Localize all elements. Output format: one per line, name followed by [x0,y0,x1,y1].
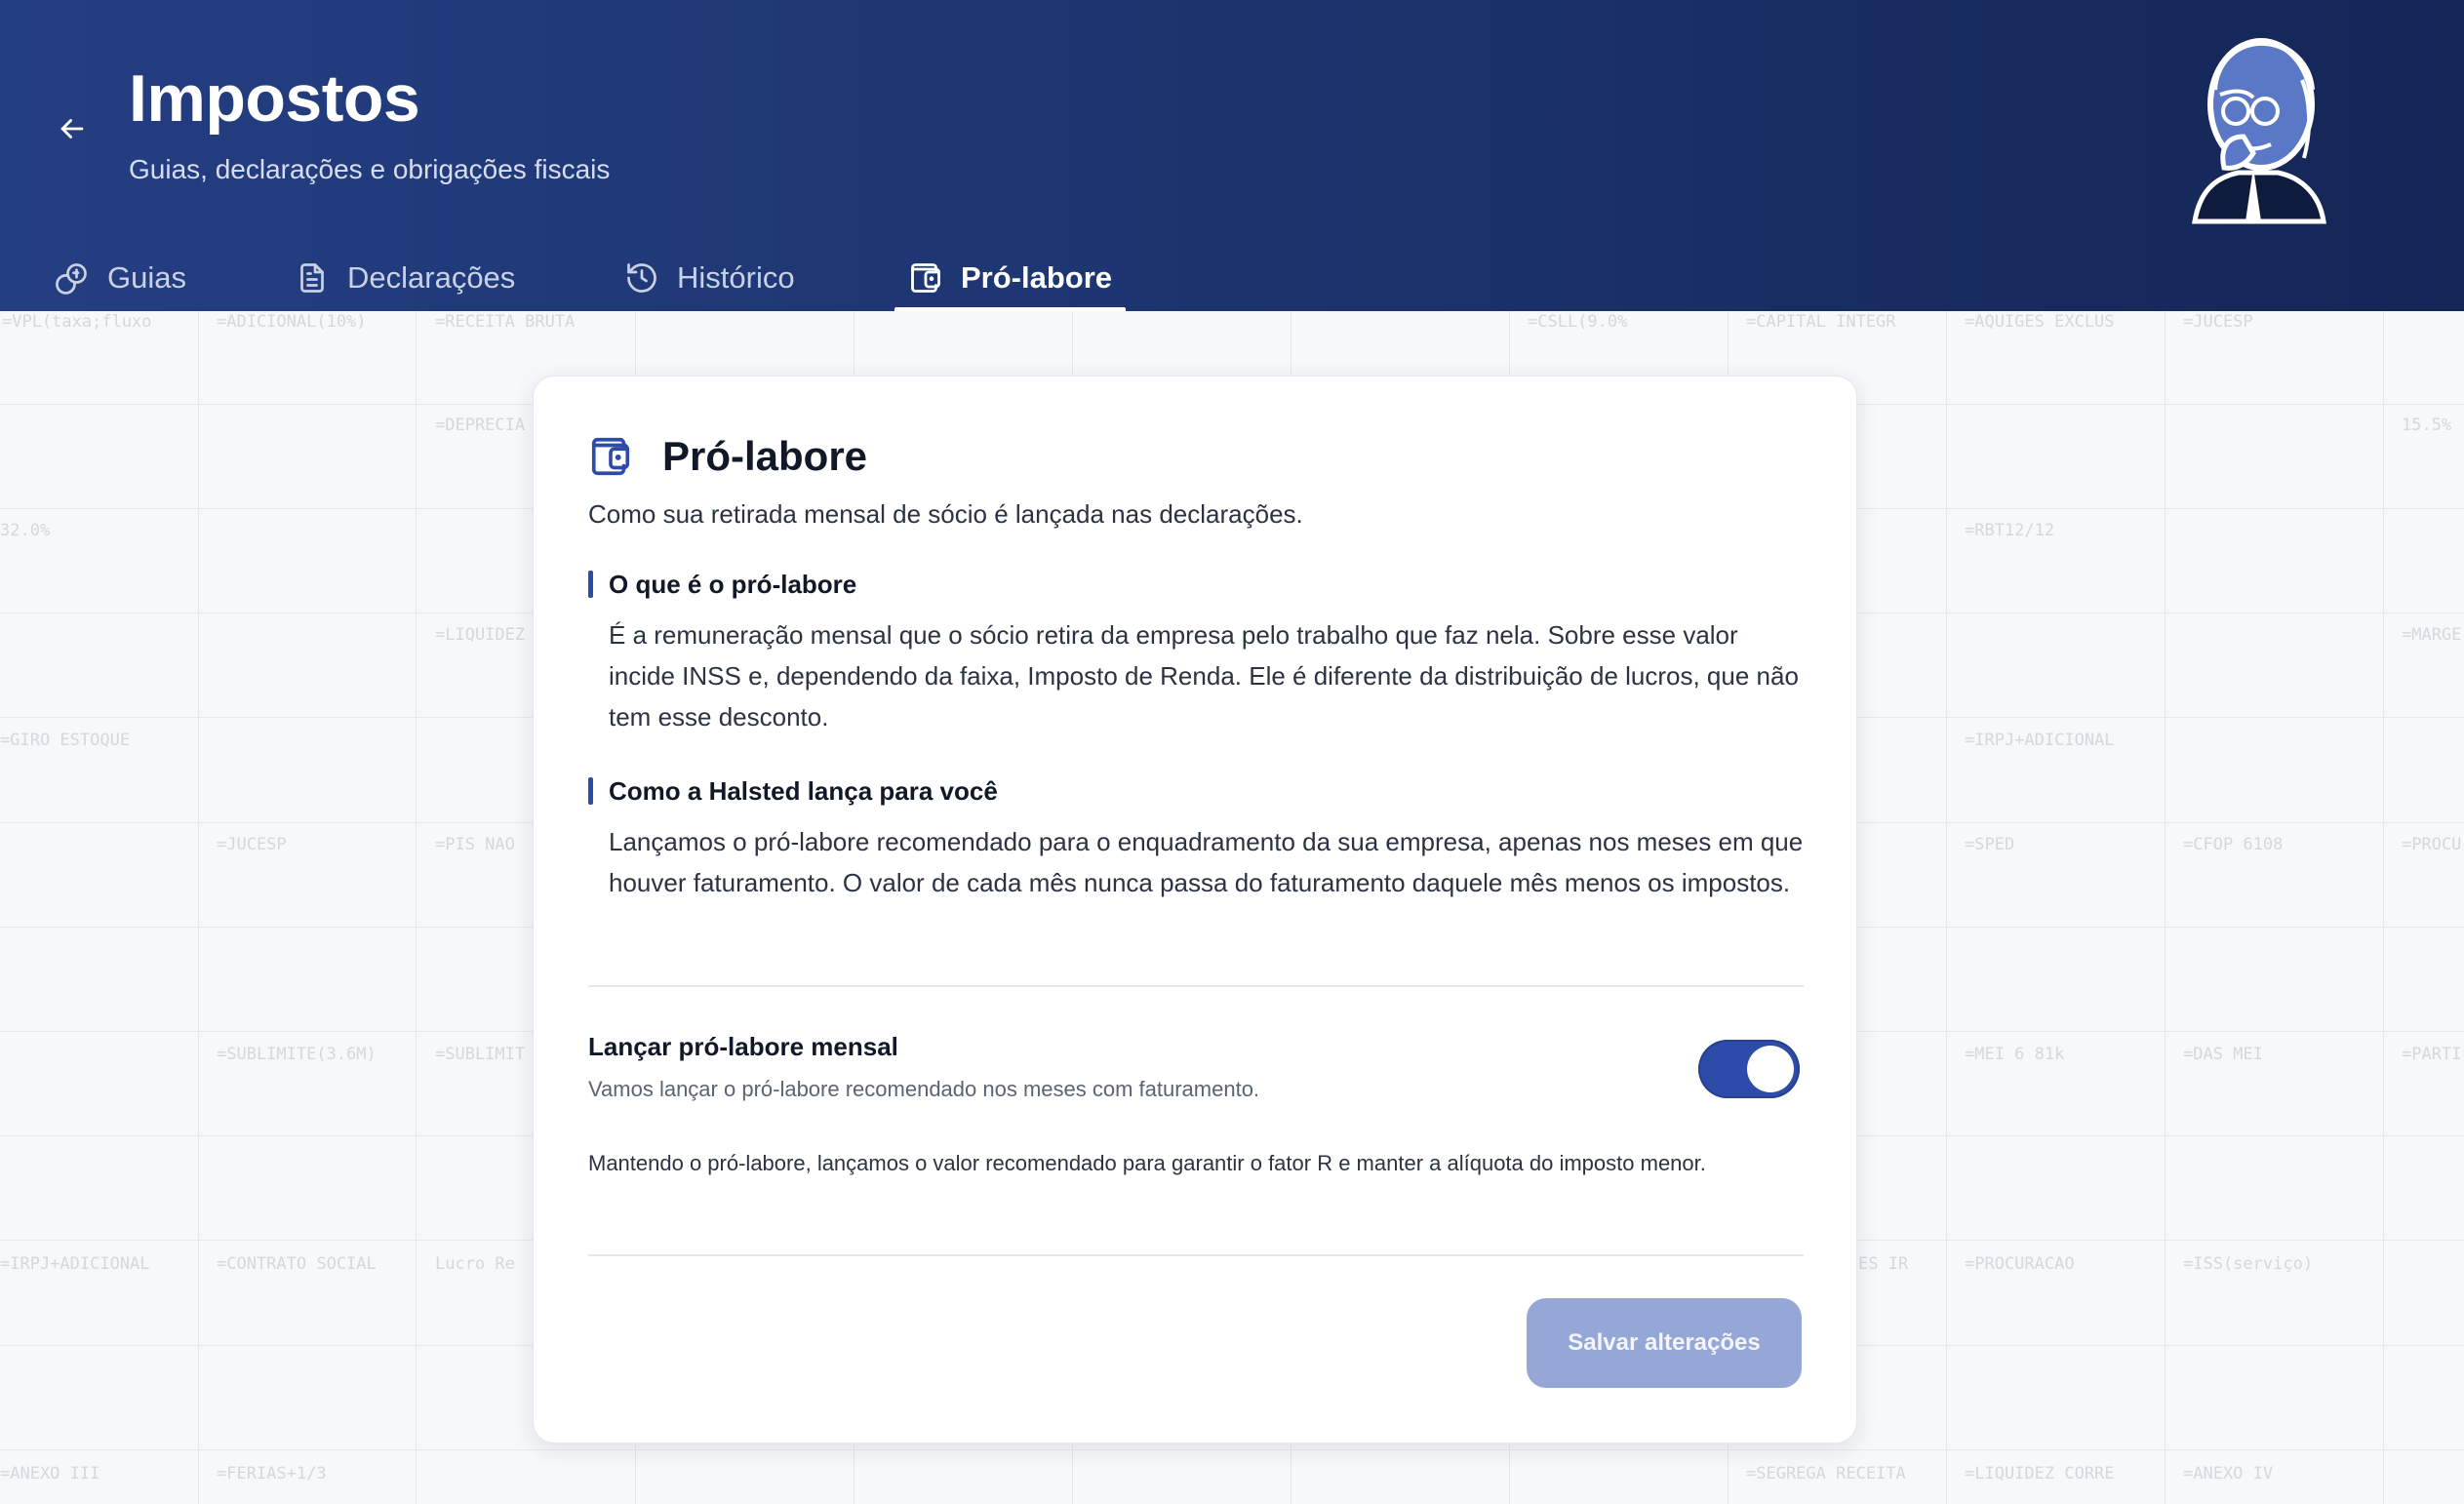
background-cell: =SEGREGA RECEITA [1746,1464,1906,1484]
background-cell: =ADICIONAL(10%) [217,312,367,332]
pro-labore-card: Pró-labore Como sua retirada mensal de s… [533,376,1857,1444]
pro-labore-toggle[interactable] [1698,1040,1800,1098]
section-text: É a remuneração mensal que o sócio retir… [609,620,1799,732]
section-how-we-launch: Como a Halsted lança para você Lançamos … [588,774,1808,903]
background-cell: =SPED [1965,835,2015,854]
background-cell: =MEI 6 81k [1965,1045,2065,1064]
background-cell: 32.0% [0,521,51,540]
background-cell: =JUCESP [217,835,287,854]
background-cell: =VPL(taxa;fluxo [2,312,152,332]
background-cell: =PROCU [2402,835,2462,854]
history-icon [627,262,656,293]
background-cell: =PROCURACAO [1965,1254,2075,1274]
background-cell: =PARTI [2402,1045,2462,1064]
background-cell: =CSLL(9.0% [1528,312,1628,332]
background-cell: =LIQUIDEZ CORRE [1965,1464,2115,1484]
divider [588,985,1804,987]
background-cell: =RECEITA BRUTA [435,312,576,332]
page-subtitle: Guias, declarações e obrigações fiscais [129,154,611,184]
toggle-knob [1747,1046,1794,1092]
background-cell: =ANEXO III [0,1464,100,1484]
background-cell: =IRPJ+ADICIONAL [1965,731,2115,750]
toggle-label: Lançar pró-labore mensal [588,1032,898,1061]
tab-pro-labore[interactable]: Pró-labore [894,244,1127,311]
background-cell: =CAPITAL INTEGR [1746,312,1896,332]
tab-declaracoes[interactable]: Declarações [283,244,527,311]
tab-historico[interactable]: Histórico [613,244,807,311]
card-header: Pró-labore [588,433,867,480]
wallet-icon [911,262,940,293]
toggle-help-text: Vamos lançar o pró-labore recomendado no… [588,1077,1260,1101]
save-button[interactable]: Salvar alterações [1527,1298,1802,1388]
tab-label: Guias [107,259,186,295]
background-cell: =RBT12/12 [1965,521,2055,540]
background-cell: =IRPJ+ADICIONAL [0,1254,150,1274]
back-button[interactable] [51,107,94,150]
background-cell: =CONTRATO SOCIAL [217,1254,377,1274]
card-title: Pró-labore [662,433,868,479]
section-what-is: O que é o pró-labore É a remuneração men… [588,568,1808,737]
arrow-left-icon [60,119,84,139]
card-description: Como sua retirada mensal de sócio é lanç… [588,499,1303,529]
background-cell: =AQUIGES EXCLUS [1965,312,2115,332]
tab-label: Pró-labore [961,259,1113,295]
page-title: Impostos [129,61,420,136]
tab-guias[interactable]: Guias [43,244,198,311]
background-cell: =SUBLIMITE(3.6M) [217,1045,377,1064]
background-cell: =DAS MEI [2183,1045,2263,1064]
thinking-man-illustration [2192,38,2326,224]
background-cell: =FERIAS+1/3 [217,1464,327,1484]
background-cell: Lucro Re [435,1254,515,1274]
tab-bar: Guias Declarações Histórico Pró-labore [0,244,2464,311]
section-text: Lançamos o pró-labore recomendado para o… [609,827,1804,897]
section-title: Como a Halsted lança para você [588,774,1808,808]
background-cell: =JUCESP [2183,312,2253,332]
background-cell: =ANEXO IV [2183,1464,2274,1484]
background-cell: =SUBLIMIT [435,1045,526,1064]
background-cell: 15.5% [2402,416,2452,435]
background-cell: =DEPRECIA [435,416,526,435]
tab-label: Histórico [677,259,795,295]
background-cell: ES IR [1858,1254,1909,1274]
background-cell: =CFOP 6108 [2183,835,2284,854]
coins-icon [56,262,87,295]
document-icon [300,262,324,293]
background-cell: =LIQUIDEZ [435,625,526,645]
page-header: Impostos Guias, declarações e obrigações… [0,0,2464,311]
fator-r-note: Mantendo o pró-labore, lançamos o valor … [588,1151,1706,1175]
divider [588,1254,1804,1256]
background-cell: =MARGE [2402,625,2462,645]
section-title: O que é o pró-labore [588,568,1808,601]
tab-label: Declarações [347,259,516,295]
wallet-icon [591,437,630,476]
background-cell: =GIRO ESTOQUE [0,731,131,750]
background-cell: =PIS NAO [435,835,515,854]
background-cell: =ISS(serviço) [2183,1254,2314,1274]
